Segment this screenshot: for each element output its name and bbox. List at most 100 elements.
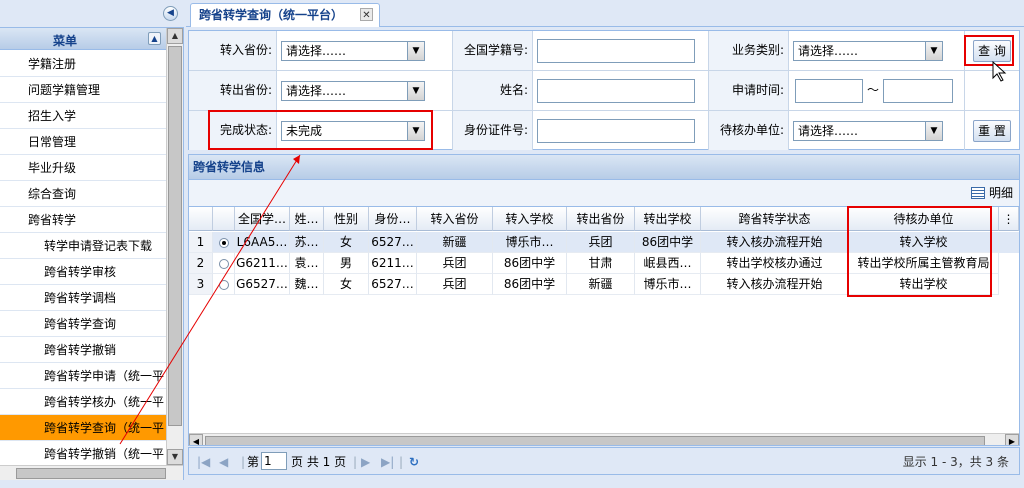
sidebar-item[interactable]: 跨省转学查询（统一平 xyxy=(0,415,166,441)
grid-cell[interactable]: 兵团 xyxy=(417,253,493,274)
grid-cell[interactable]: 新疆 xyxy=(417,232,493,253)
out-province-value: 请选择…… xyxy=(286,84,347,98)
next-page-icon[interactable]: ▶ xyxy=(361,454,370,470)
scroll-left-icon[interactable]: ◀ xyxy=(189,434,203,445)
scroll-down-icon[interactable]: ▼ xyxy=(167,449,183,465)
grid-cell[interactable]: 岷县西… xyxy=(635,253,701,274)
row-radio[interactable] xyxy=(218,258,229,269)
sidebar-item[interactable]: 学籍注册 xyxy=(0,51,166,77)
close-icon[interactable]: ✕ xyxy=(360,8,373,21)
sidebar-horizontal-scrollbar[interactable] xyxy=(0,465,183,480)
grid-cell[interactable]: 女 xyxy=(324,274,369,295)
in-province-value: 请选择…… xyxy=(286,44,347,58)
grid-cell[interactable]: 甘肃 xyxy=(567,253,635,274)
sidebar-item[interactable]: 日常管理 xyxy=(0,129,166,155)
grid-cell[interactable]: 新疆 xyxy=(567,274,635,295)
reset-button[interactable]: 重 置 xyxy=(973,120,1011,142)
grid-cell[interactable]: 博乐市… xyxy=(493,232,567,253)
grid-cell[interactable]: 魏… xyxy=(290,274,324,295)
grid-cell[interactable]: 6211… xyxy=(369,253,417,274)
sidebar-item[interactable]: 跨省转学撤销 xyxy=(0,337,166,363)
collapse-up-icon[interactable]: ▲ xyxy=(148,32,161,45)
biz-type-select[interactable]: 请选择…… ▼ xyxy=(793,41,943,61)
sidebar-item[interactable]: 跨省转学核办（统一平 xyxy=(0,389,166,415)
chevron-down-icon[interactable]: ▼ xyxy=(407,42,424,60)
sidebar-item[interactable]: 跨省转学申请（统一平 xyxy=(0,363,166,389)
in-province-select[interactable]: 请选择…… ▼ xyxy=(281,41,425,61)
grid-horizontal-scrollbar[interactable]: ◀ ▶ xyxy=(189,433,1019,445)
grid-cell[interactable]: 博乐市… xyxy=(635,274,701,295)
grid-cell[interactable]: 袁… xyxy=(290,253,324,274)
separator: | xyxy=(399,455,404,469)
sidebar-item[interactable]: 招生入学 xyxy=(0,103,166,129)
scroll-up-icon[interactable]: ▲ xyxy=(167,28,183,44)
grid-cell[interactable]: 86团中学 xyxy=(635,232,701,253)
apply-time-start-input[interactable] xyxy=(795,79,863,103)
chevron-down-icon[interactable]: ▼ xyxy=(407,82,424,100)
row-select-radio-cell[interactable] xyxy=(213,253,235,274)
grid-cell[interactable]: L6AA5… xyxy=(235,232,290,253)
detail-button[interactable]: 明细 xyxy=(970,185,1013,201)
column-header[interactable]: 转入学校 xyxy=(493,207,567,231)
grid-cell[interactable]: 转入核办流程开始 xyxy=(701,274,849,295)
sidebar-item[interactable]: 跨省转学 xyxy=(0,207,166,233)
chevron-down-icon[interactable]: ▼ xyxy=(925,122,942,140)
collapse-left-icon[interactable]: ◀ xyxy=(163,6,178,21)
scrollbar-thumb[interactable] xyxy=(16,468,166,479)
sidebar-item[interactable]: 跨省转学调档 xyxy=(0,285,166,311)
grid-cell[interactable]: 86团中学 xyxy=(493,253,567,274)
grid-cell[interactable]: 兵团 xyxy=(417,274,493,295)
column-header[interactable]: 性别 xyxy=(324,207,369,231)
scroll-right-icon[interactable]: ▶ xyxy=(1005,434,1019,445)
grid-cell[interactable]: 男 xyxy=(324,253,369,274)
out-province-label: 转出省份: xyxy=(189,71,277,110)
row-radio[interactable] xyxy=(218,237,229,248)
apply-time-label: 申请时间: xyxy=(709,71,789,110)
grid-cell[interactable]: 86团中学 xyxy=(493,274,567,295)
column-header[interactable]: 全国学… xyxy=(235,207,290,231)
grid-cell[interactable]: 转入核办流程开始 xyxy=(701,232,849,253)
sidebar-vertical-scrollbar[interactable]: ▲ ▼ xyxy=(166,28,183,465)
scrollbar-thumb[interactable] xyxy=(168,46,182,426)
page-number-input[interactable] xyxy=(261,452,287,470)
grid-cell[interactable]: 6527… xyxy=(369,274,417,295)
column-header[interactable]: 转入省份 xyxy=(417,207,493,231)
tab-cross-province-query[interactable]: 跨省转学查询（统一平台） ✕ xyxy=(190,3,380,27)
sidebar-item[interactable]: 跨省转学查询 xyxy=(0,311,166,337)
sidebar-item[interactable]: 跨省转学撤销（统一平 xyxy=(0,441,166,465)
out-province-cell: 请选择…… ▼ xyxy=(277,71,453,110)
last-page-icon[interactable]: ▶| xyxy=(381,454,394,470)
prev-page-icon[interactable]: ◀ xyxy=(219,454,228,470)
column-header[interactable]: 跨省转学状态 xyxy=(701,207,849,231)
first-page-icon[interactable]: |◀ xyxy=(197,454,210,470)
sidebar-item[interactable]: 问题学籍管理 xyxy=(0,77,166,103)
scrollbar-thumb[interactable] xyxy=(205,436,985,445)
row-select-radio-cell[interactable] xyxy=(213,274,235,295)
pending-unit-select[interactable]: 请选择…… ▼ xyxy=(793,121,943,141)
student-id-input[interactable] xyxy=(537,39,695,63)
name-input[interactable] xyxy=(537,79,695,103)
grid-cell[interactable]: G6211… xyxy=(235,253,290,274)
column-header[interactable]: 身份… xyxy=(369,207,417,231)
column-header[interactable]: 姓… xyxy=(290,207,324,231)
sidebar-item[interactable]: 综合查询 xyxy=(0,181,166,207)
column-menu-header[interactable]: ⋮ xyxy=(999,207,1019,231)
grid-cell[interactable]: 6527… xyxy=(369,232,417,253)
sidebar-item[interactable]: 转学申请登记表下载 xyxy=(0,233,166,259)
grid-cell[interactable]: 苏… xyxy=(290,232,324,253)
sidebar-item[interactable]: 跨省转学审核 xyxy=(0,259,166,285)
chevron-down-icon[interactable]: ▼ xyxy=(925,42,942,60)
row-radio[interactable] xyxy=(218,279,229,290)
grid-cell[interactable]: G6527… xyxy=(235,274,290,295)
out-province-select[interactable]: 请选择…… ▼ xyxy=(281,81,425,101)
refresh-icon[interactable]: ↻ xyxy=(409,454,419,470)
apply-time-end-input[interactable] xyxy=(883,79,953,103)
id-card-input[interactable] xyxy=(537,119,695,143)
column-header[interactable]: 转出省份 xyxy=(567,207,635,231)
row-select-radio-cell[interactable] xyxy=(213,232,235,253)
grid-cell[interactable]: 转出学校核办通过 xyxy=(701,253,849,274)
grid-cell[interactable]: 兵团 xyxy=(567,232,635,253)
column-header[interactable]: 转出学校 xyxy=(635,207,701,231)
grid-cell[interactable]: 女 xyxy=(324,232,369,253)
sidebar-item[interactable]: 毕业升级 xyxy=(0,155,166,181)
